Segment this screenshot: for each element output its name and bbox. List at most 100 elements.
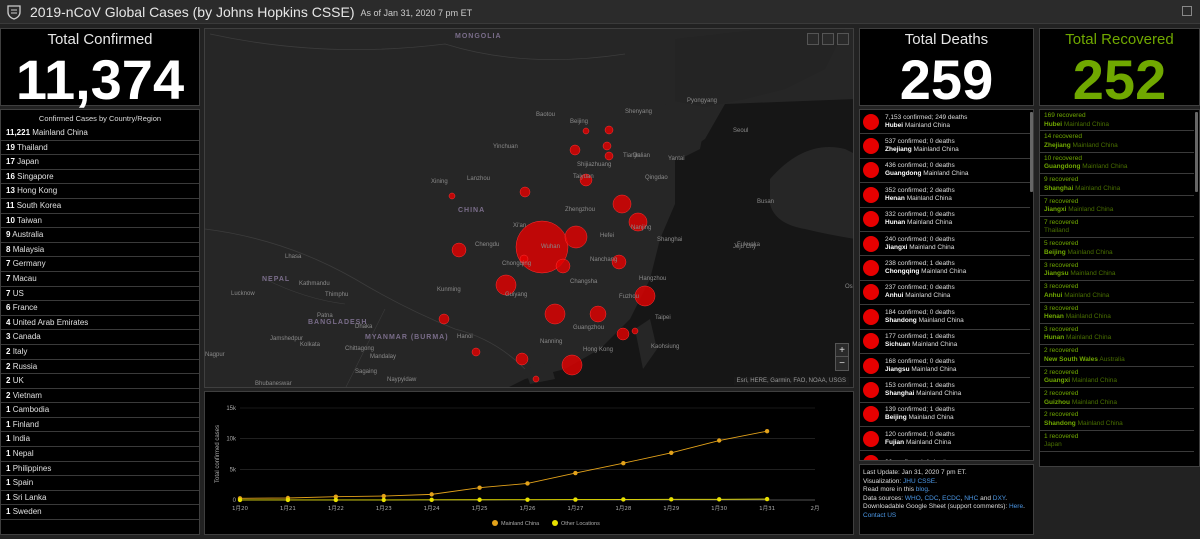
country-row[interactable]: 4 United Arab Emirates [1,316,199,331]
deaths-list-panel[interactable]: 7,153 confirmed; 249 deaths Hubei Mainlan… [859,109,1034,461]
deaths-scrollbar[interactable] [1030,112,1033,192]
death-row[interactable]: 96 confirmed; 1 deaths [860,451,1030,460]
cdc-link[interactable]: CDC [924,495,938,502]
death-row[interactable]: 237 confirmed; 0 deaths Anhui Mainland Ch… [860,281,1030,306]
data-point[interactable] [525,481,530,486]
recovered-row[interactable]: 2 recovered New South Wales Australia [1040,345,1194,367]
dxy-link[interactable]: DXY [993,495,1006,502]
recovered-row[interactable]: 2 recovered Guizhou Mainland China [1040,388,1194,410]
country-row[interactable]: 2 Russia [1,360,199,375]
case-circle[interactable] [555,258,571,274]
country-row[interactable]: 17 Japan [1,155,199,170]
country-row[interactable]: 1 Finland [1,418,199,433]
case-circle[interactable] [604,151,614,161]
case-circle[interactable] [451,242,467,258]
recovered-row[interactable]: 10 recovered Guangdong Mainland China [1040,153,1194,175]
death-row[interactable]: 238 confirmed; 1 deaths Chongqing Mainlan… [860,256,1030,281]
recovered-row[interactable]: 2 recovered Guangxi Mainland China [1040,367,1194,389]
recovered-row[interactable]: 1 recovered Japan [1040,431,1194,453]
data-point[interactable] [381,497,386,503]
country-row[interactable]: 7 Macau [1,272,199,287]
data-point[interactable] [669,450,674,455]
data-point[interactable] [429,492,434,497]
country-row[interactable]: 2 Vietnam [1,389,199,404]
case-circle[interactable] [448,192,456,200]
data-point[interactable] [669,497,674,502]
basemap-icon[interactable] [822,33,834,45]
country-row[interactable]: 6 France [1,301,199,316]
country-row[interactable]: 1 Nepal [1,447,199,462]
recovered-row[interactable]: 169 recovered Hubei Mainland China [1040,110,1194,132]
country-row[interactable]: 3 Canada [1,330,199,345]
cases-line-chart[interactable]: 0 5k 10k 15k 1月20 1月21 1月22 1月23 1月24 1月25 1月26 1月2… [205,392,853,534]
recovered-row[interactable]: 3 recovered Hunan Mainland China [1040,324,1194,346]
country-row[interactable]: 1 Cambodia [1,403,199,418]
case-circle[interactable] [631,327,639,335]
map[interactable]: MONGOLIA CHINA NEPAL BANGLADESH MYANMAR (BUR… [204,28,854,388]
data-point[interactable] [525,497,530,502]
case-circle[interactable] [589,305,607,323]
country-row[interactable]: 1 Spain [1,476,199,491]
country-row[interactable]: 7 Germany [1,257,199,272]
country-row[interactable]: 1 Sweden [1,505,199,521]
case-circle[interactable] [471,347,481,357]
death-row[interactable]: 168 confirmed; 0 deaths Jiangsu Mainland … [860,354,1030,379]
case-circle[interactable] [616,327,630,341]
map-canvas[interactable] [205,29,854,388]
zoom-out-button[interactable]: − [836,357,848,370]
data-point[interactable] [621,497,626,502]
country-row[interactable]: 11 South Korea [1,199,199,214]
case-circle[interactable] [544,303,566,325]
country-row[interactable]: 16 Singapore [1,170,199,185]
recovered-row[interactable]: 7 recovered Thailand [1040,217,1194,239]
case-circle[interactable] [532,375,540,383]
blog-link[interactable]: blog [916,486,928,493]
death-row[interactable]: 537 confirmed; 0 deaths Zhejiang Mainland… [860,134,1030,159]
death-row[interactable]: 240 confirmed; 0 deaths Jiangxi Mainland … [860,232,1030,257]
data-point[interactable] [429,497,434,503]
case-circle[interactable] [515,352,529,366]
recovered-row[interactable]: 2 recovered Shandong Mainland China [1040,409,1194,431]
recovered-row[interactable]: 9 recovered Shanghai Mainland China [1040,174,1194,196]
recovered-list-panel[interactable]: 169 recovered Hubei Mainland China 14 reco… [1039,109,1200,467]
data-point[interactable] [381,493,386,499]
country-row[interactable]: 1 India [1,432,199,448]
country-row[interactable]: 2 Italy [1,345,199,360]
data-point[interactable] [333,497,339,503]
data-point[interactable] [764,496,770,502]
ecdc-link[interactable]: ECDC [942,495,960,502]
country-row[interactable]: 1 Sri Lanka [1,491,199,506]
country-row[interactable]: 11,221 Mainland China [1,126,199,141]
case-circle[interactable] [602,141,612,151]
case-circle[interactable] [569,144,581,156]
death-row[interactable]: 436 confirmed; 0 deaths Guangdong Mainlan… [860,159,1030,184]
data-point[interactable] [477,485,482,490]
data-point[interactable] [573,497,578,502]
case-circle[interactable] [561,354,583,376]
recovered-row[interactable]: 3 recovered Anhui Mainland China [1040,281,1194,303]
expand-icon[interactable] [1182,6,1192,16]
death-row[interactable]: 139 confirmed; 1 deaths Beijing Mainland … [860,403,1030,428]
country-row[interactable]: 7 US [1,287,199,302]
country-row[interactable]: 1 Philippines [1,462,199,477]
zoom-in-button[interactable]: + [836,344,848,357]
who-link[interactable]: WHO [905,495,921,502]
data-point[interactable] [764,428,770,434]
case-circle[interactable] [438,313,450,325]
country-row[interactable]: 9 Australia [1,228,199,243]
country-row[interactable]: 13 Hong Kong [1,184,199,199]
qr-code-icon[interactable] [837,33,849,45]
death-row[interactable]: 352 confirmed; 2 deaths Henan Mainland Ch… [860,183,1030,208]
sheet-link[interactable]: Here [1009,503,1023,510]
recovered-row[interactable]: 3 recovered Henan Mainland China [1040,303,1194,324]
recovered-scrollbar[interactable] [1195,112,1198,192]
case-circle[interactable] [604,125,614,135]
case-circle[interactable] [519,186,531,198]
case-circle[interactable] [612,194,632,214]
recovered-row[interactable]: 3 recovered Jiangsu Mainland China [1040,260,1194,282]
death-row[interactable]: 120 confirmed; 0 deaths Fujian Mainland C… [860,427,1030,452]
data-point[interactable] [621,461,626,466]
country-row[interactable]: 19 Thailand [1,141,199,156]
country-row[interactable]: 10 Taiwan [1,214,199,229]
recovered-row[interactable]: 5 recovered Beijing Mainland China [1040,238,1194,260]
